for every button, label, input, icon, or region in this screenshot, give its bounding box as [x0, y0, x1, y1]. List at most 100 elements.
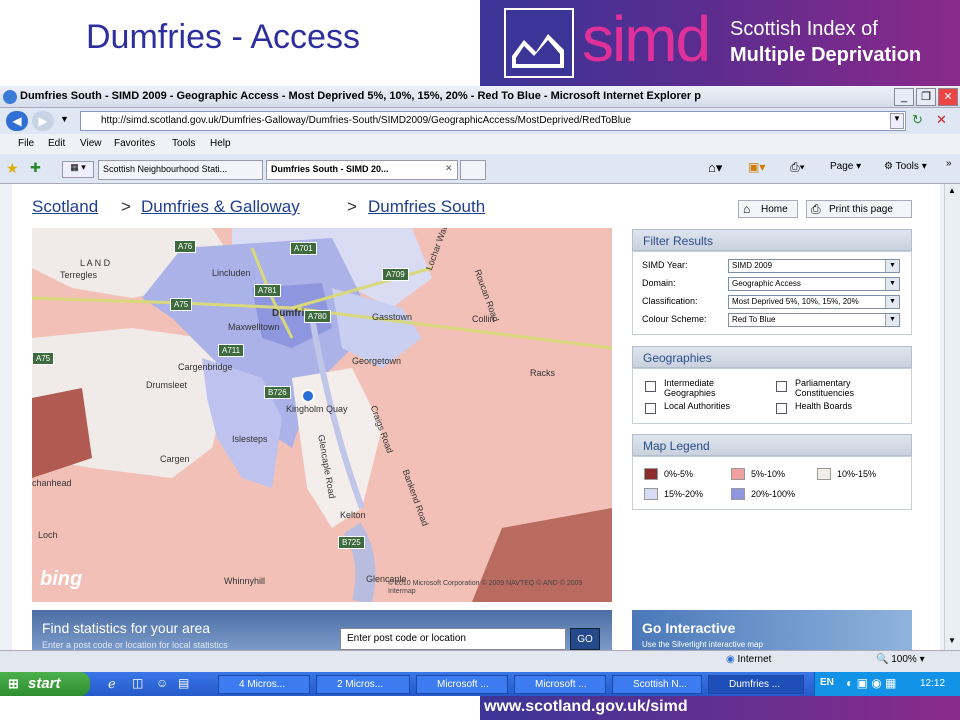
home-toolbar-icon[interactable]: ⌂▾: [708, 160, 722, 176]
simd-logo-line1: Scottish Index of: [730, 18, 878, 40]
simd-year-select[interactable]: SIMD 2009 ▼: [728, 259, 900, 273]
tools-menu-label: Tools: [895, 161, 919, 172]
add-favorite-icon[interactable]: ✚: [30, 160, 41, 176]
feeds-icon[interactable]: ▣▾: [748, 160, 765, 174]
classification-value: Most Deprived 5%, 10%, 15%, 20%: [732, 297, 859, 306]
menu-view[interactable]: View: [80, 138, 102, 149]
menu-help[interactable]: Help: [210, 138, 231, 149]
map-place-cargenbridge: Cargenbridge: [178, 362, 233, 372]
tools-menu-button[interactable]: ⚙ Tools ▾: [884, 161, 927, 172]
tray-icons[interactable]: ◐ ▣ ◉ ▦: [846, 676, 896, 690]
map-place-kingholm-quay: Kingholm Quay: [286, 404, 348, 414]
menu-tools[interactable]: Tools: [172, 138, 195, 149]
classification-select[interactable]: Most Deprived 5%, 10%, 15%, 20% ▼: [728, 295, 900, 309]
scroll-up-icon[interactable]: ▲: [946, 186, 958, 198]
window-title: Dumfries South - SIMD 2009 - Geographic …: [20, 90, 701, 102]
breadcrumb-dumfries-galloway[interactable]: Dumfries & Galloway: [141, 197, 300, 217]
simd-house-logo-icon: [504, 8, 574, 78]
slide-title: Dumfries - Access: [86, 18, 360, 56]
colour-scheme-value: Red To Blue: [732, 315, 776, 324]
map-place-lincluden: Lincluden: [212, 268, 251, 278]
refresh-icon[interactable]: ↻: [912, 112, 932, 130]
taskbar-item-dumfries[interactable]: Dumfries ...: [708, 675, 804, 694]
start-button[interactable]: ⊞ start: [0, 672, 90, 696]
taskbar-item-access[interactable]: Microsoft ...: [416, 675, 508, 694]
stop-icon[interactable]: ✕: [936, 112, 956, 130]
print-button-label: Print this page: [829, 204, 893, 215]
simd-logo-line2: Multiple Deprivation: [730, 44, 922, 66]
map-label-lands: L A N D: [80, 258, 111, 268]
taskbar-item-excel[interactable]: Microsoft ...: [514, 675, 606, 694]
quick-tabs-icon[interactable]: ▦ ▾: [62, 161, 94, 178]
tab-close-icon[interactable]: ✕: [445, 163, 453, 174]
menu-file[interactable]: File: [18, 138, 34, 149]
go-interactive-title: Go Interactive: [642, 620, 736, 636]
map-canvas: [32, 228, 612, 602]
printer-icon: ⎙: [811, 202, 821, 216]
quick-launch-messenger-icon[interactable]: ☺: [156, 676, 168, 690]
map-place-kelton: Kelton: [340, 510, 366, 520]
windows-logo-icon: ⊞: [8, 676, 19, 691]
page-menu-label: Page: [830, 161, 854, 172]
history-dropdown-icon[interactable]: ▼: [60, 114, 69, 124]
go-interactive-subtitle: Use the Silverlight interactive map: [642, 640, 763, 649]
quick-launch-ie-icon[interactable]: ℯ: [108, 676, 116, 692]
breadcrumb-scotland[interactable]: Scotland: [32, 197, 98, 217]
forward-icon[interactable]: ▶: [32, 111, 54, 131]
language-indicator[interactable]: EN: [820, 677, 834, 688]
address-bar[interactable]: http://simd.scotland.gov.uk/Dumfries-Gal…: [80, 111, 906, 131]
minimize-icon[interactable]: _: [894, 88, 914, 106]
address-dropdown-icon[interactable]: ▼: [890, 113, 904, 129]
quick-launch-outlook-icon[interactable]: ◫: [132, 676, 143, 690]
domain-select[interactable]: Geographic Access ▼: [728, 277, 900, 291]
checkbox-local-authorities[interactable]: [645, 403, 656, 414]
legend-label-5-10: 5%-10%: [751, 469, 786, 479]
breadcrumb-dumfries-south[interactable]: Dumfries South: [368, 197, 485, 217]
map-place-islesteps: Islesteps: [232, 434, 268, 444]
legend-label-0-5: 0%-5%: [664, 469, 694, 479]
new-tab-button[interactable]: [460, 160, 486, 180]
map-legend-panel: [632, 456, 912, 510]
page-menu-button[interactable]: Page ▾: [830, 161, 861, 172]
zoom-level[interactable]: 🔍 100% ▾: [876, 654, 925, 665]
deprivation-map[interactable]: L A N D Lincluden Terregles Dumfries Max…: [32, 228, 612, 602]
chevron-down-icon: ▼: [885, 314, 899, 326]
back-icon[interactable]: ◀: [6, 111, 28, 131]
menu-favorites[interactable]: Favorites: [114, 138, 155, 149]
taskbar-item-scottish-n[interactable]: Scottish N...: [612, 675, 702, 694]
restore-icon[interactable]: ❐: [916, 88, 936, 106]
status-bar: [0, 650, 960, 672]
breadcrumb-separator: >: [121, 197, 131, 216]
legend-swatch-10-15: [817, 468, 831, 480]
tab-scottish-neighbourhood[interactable]: Scottish Neighbourhood Stati...: [98, 160, 263, 180]
checkbox-parliamentary-constituencies[interactable]: [776, 381, 787, 392]
map-place-racks: Racks: [530, 368, 556, 378]
postcode-input[interactable]: Enter post code or location: [340, 628, 566, 650]
vertical-scrollbar[interactable]: [944, 184, 960, 650]
tab-dumfries-south[interactable]: Dumfries South - SIMD 20...: [266, 160, 458, 180]
print-toolbar-icon[interactable]: ⎙▾: [790, 160, 805, 175]
toolbar-overflow-icon[interactable]: »: [946, 158, 952, 169]
checkbox-health-boards[interactable]: [776, 403, 787, 414]
map-place-whinnyhill: Whinnyhill: [224, 576, 266, 586]
quick-launch-desktop-icon[interactable]: ▤: [178, 676, 189, 690]
zoom-icon: 🔍: [876, 654, 889, 665]
favorites-star-icon[interactable]: ★: [6, 160, 19, 177]
bing-logo: bing: [40, 568, 83, 590]
map-place-georgetown: Georgetown: [352, 356, 402, 366]
print-page-button[interactable]: ⎙ Print this page: [806, 200, 912, 218]
globe-icon: ◉: [726, 654, 735, 665]
road-shield-a75: A75: [170, 298, 193, 311]
close-icon[interactable]: ✕: [938, 88, 958, 106]
home-button[interactable]: ⌂ Home: [738, 200, 798, 218]
taskbar-item-powerpoint[interactable]: 4 Micros...: [218, 675, 310, 694]
taskbar-item-word[interactable]: 2 Micros...: [316, 675, 410, 694]
geographies-header: Geographies: [632, 346, 912, 368]
scroll-down-icon[interactable]: ▼: [946, 636, 958, 648]
road-shield-a781: A781: [254, 284, 281, 297]
menu-edit[interactable]: Edit: [48, 138, 65, 149]
postcode-go-button[interactable]: GO: [570, 628, 600, 650]
checkbox-intermediate-geographies[interactable]: [645, 381, 656, 392]
colour-scheme-select[interactable]: Red To Blue ▼: [728, 313, 900, 327]
road-shield-a709: A709: [382, 268, 409, 281]
